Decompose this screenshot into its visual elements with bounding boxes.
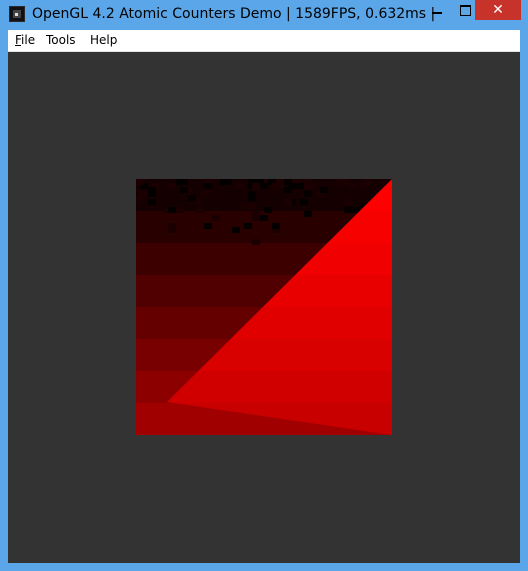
menu-file[interactable]: File xyxy=(15,33,35,47)
noise-speck xyxy=(248,203,256,209)
noise-speck xyxy=(176,207,184,213)
noise-speck xyxy=(264,207,272,213)
noise-speck xyxy=(288,183,296,189)
noise-speck xyxy=(140,191,148,197)
noise-speck xyxy=(248,191,256,197)
noise-speck xyxy=(296,183,304,189)
noise-speck xyxy=(304,191,312,197)
menu-help[interactable]: Help xyxy=(90,33,117,47)
noise-speck xyxy=(260,183,268,189)
app-icon[interactable] xyxy=(9,6,25,22)
noise-speck xyxy=(240,203,248,209)
noise-speck xyxy=(348,183,356,189)
menu-tools[interactable]: Tools xyxy=(46,33,76,47)
client-area: File Tools Help xyxy=(8,30,520,563)
noise-speck xyxy=(340,179,348,185)
noise-speck xyxy=(204,183,212,189)
noise-speck xyxy=(180,187,188,193)
menu-bar: File Tools Help xyxy=(8,30,520,52)
noise-speck xyxy=(148,187,156,193)
close-icon: ✕ xyxy=(492,2,504,18)
minimize-icon xyxy=(432,12,442,14)
noise-speck xyxy=(188,195,196,201)
noise-speck xyxy=(176,179,184,185)
window-title: OpenGL 4.2 Atomic Counters Demo | 1589FP… xyxy=(32,6,437,22)
noise-speck xyxy=(232,227,240,233)
app-window: OpenGL 4.2 Atomic Counters Demo | 1589FP… xyxy=(0,0,528,571)
noise-speck xyxy=(344,199,352,205)
noise-speck xyxy=(260,215,268,221)
noise-speck xyxy=(204,223,212,229)
noise-speck xyxy=(252,239,260,245)
noise-speck xyxy=(196,199,204,205)
noise-speck xyxy=(220,179,228,185)
opengl-viewport[interactable] xyxy=(8,52,520,563)
noise-speck xyxy=(212,215,220,221)
noise-speck xyxy=(196,207,204,213)
noise-speck xyxy=(300,199,308,205)
close-button[interactable]: ✕ xyxy=(475,0,521,20)
noise-speck xyxy=(168,223,176,229)
noise-speck xyxy=(276,183,284,189)
noise-speck xyxy=(244,223,252,229)
noise-speck xyxy=(380,179,388,185)
noise-speck xyxy=(252,211,260,217)
noise-speck xyxy=(344,207,352,213)
noise-speck xyxy=(320,187,328,193)
noise-speck xyxy=(252,183,260,189)
noise-speck xyxy=(236,183,244,189)
noise-speck xyxy=(136,179,144,185)
atomic-counter-quad xyxy=(136,179,392,435)
noise-speck xyxy=(304,183,312,189)
noise-speck xyxy=(148,199,156,205)
noise-speck xyxy=(168,207,176,213)
title-bar[interactable]: OpenGL 4.2 Atomic Counters Demo | 1589FP… xyxy=(0,0,528,30)
maximize-icon xyxy=(459,4,471,16)
noise-speck xyxy=(272,223,280,229)
noise-speck xyxy=(360,183,368,189)
noise-speck xyxy=(168,183,176,189)
noise-speck xyxy=(284,199,292,205)
minimize-button[interactable] xyxy=(422,0,452,20)
noise-speck xyxy=(304,211,312,217)
